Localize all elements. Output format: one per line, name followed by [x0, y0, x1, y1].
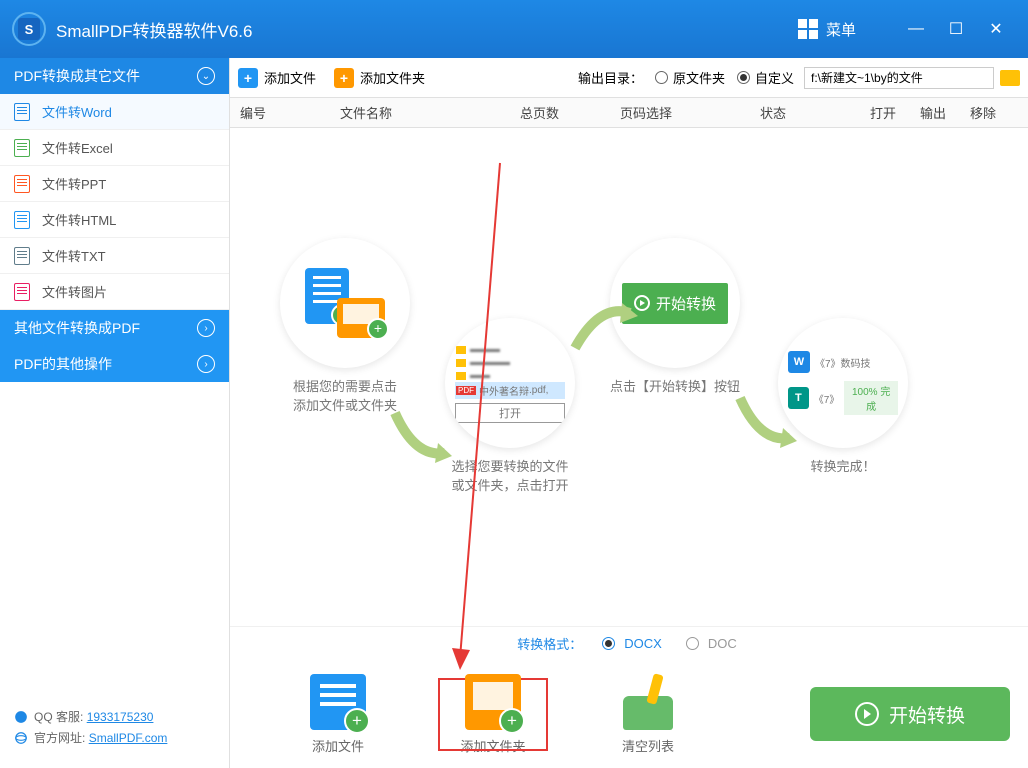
- image-icon: [14, 283, 30, 301]
- action-label: 添加文件夹: [428, 736, 558, 755]
- add-file-button[interactable]: + 添加文件: [238, 68, 316, 88]
- step-text: 选择您要转换的文件: [445, 456, 575, 475]
- start-convert-button[interactable]: 开始转换: [810, 687, 1010, 741]
- app-logo: S: [12, 12, 46, 46]
- radio-label: 自定义: [755, 68, 794, 87]
- category-label: 其他文件转换成PDF: [14, 318, 140, 338]
- txt-icon: [14, 247, 30, 265]
- sidebar-item-label: 文件转Word: [42, 102, 112, 121]
- button-label: 开始转换: [889, 701, 965, 728]
- sidebar-item-txt[interactable]: 文件转TXT: [0, 238, 229, 274]
- toolbar: + 添加文件 + 添加文件夹 输出目录： 原文件夹 自定义: [230, 58, 1028, 98]
- sidebar-item-word[interactable]: 文件转Word: [0, 94, 229, 130]
- expand-icon: ›: [197, 319, 215, 337]
- sidebar-item-label: 文件转HTML: [42, 210, 116, 229]
- empty-state-canvas: 根据您的需要点击 添加文件或文件夹 ▬▬▬ ▬▬▬▬ ▬▬ PDF中外著名辩.p…: [230, 128, 1028, 626]
- col-remove: 移除: [970, 103, 1010, 122]
- minimize-button[interactable]: —: [896, 9, 936, 49]
- curve-arrow-icon: [390, 408, 460, 468]
- format-option: DOCX: [624, 636, 662, 651]
- radio-label: 原文件夹: [673, 68, 725, 87]
- sidebar-item-label: 文件转TXT: [42, 246, 106, 265]
- sidebar-item-ppt[interactable]: 文件转PPT: [0, 166, 229, 202]
- sidebar-category-other-to-pdf[interactable]: 其他文件转换成PDF ›: [0, 310, 229, 346]
- maximize-button[interactable]: ☐: [936, 9, 976, 49]
- col-page-select: 页码选择: [620, 103, 760, 122]
- qq-link[interactable]: 1933175230: [87, 710, 154, 724]
- sidebar-item-label: 文件转PPT: [42, 174, 106, 193]
- add-folder-icon: [465, 674, 521, 730]
- clear-list-action[interactable]: 清空列表: [558, 674, 738, 755]
- radio-doc[interactable]: [686, 637, 699, 650]
- category-label: PDF的其他操作: [14, 354, 112, 374]
- play-icon: [855, 702, 879, 726]
- titlebar: S SmallPDF转换器软件V6.6 菜单 — ☐ ✕: [0, 0, 1028, 58]
- action-label: 添加文件: [248, 736, 428, 755]
- list-header: 编号 文件名称 总页数 页码选择 状态 打开 输出 移除: [230, 98, 1028, 128]
- ppt-icon: [14, 175, 30, 193]
- radio-custom-folder[interactable]: [737, 71, 750, 84]
- step-text: 点击【开始转换】按钮: [610, 376, 740, 395]
- expand-icon: ›: [197, 355, 215, 373]
- format-option: DOC: [708, 636, 737, 651]
- ie-icon: [14, 731, 28, 745]
- step-text: 或文件夹，点击打开: [445, 475, 575, 494]
- main-panel: + 添加文件 + 添加文件夹 输出目录： 原文件夹 自定义 编号 文件名称 总页数 …: [229, 58, 1028, 768]
- sidebar-category-pdf-ops[interactable]: PDF的其他操作 ›: [0, 346, 229, 382]
- radio-source-folder[interactable]: [655, 71, 668, 84]
- step-text: 根据您的需要点击: [280, 376, 410, 395]
- format-bar: 转换格式： DOCX DOC: [230, 626, 1028, 660]
- col-filename: 文件名称: [340, 103, 520, 122]
- curve-arrow-icon: [570, 298, 640, 358]
- step-1: 根据您的需要点击 添加文件或文件夹: [280, 238, 410, 414]
- step-text: 转换完成！: [778, 456, 908, 475]
- collapse-icon: ⌄: [197, 67, 215, 85]
- menu-button[interactable]: 菜单: [826, 19, 856, 40]
- plus-icon: +: [238, 68, 258, 88]
- col-number: 编号: [240, 103, 340, 122]
- site-link[interactable]: SmallPDF.com: [89, 731, 168, 745]
- format-label: 转换格式：: [517, 634, 582, 653]
- sidebar-item-excel[interactable]: 文件转Excel: [0, 130, 229, 166]
- curve-arrow-icon: [735, 393, 805, 453]
- add-folder-button[interactable]: + 添加文件夹: [334, 68, 425, 88]
- col-open: 打开: [870, 103, 920, 122]
- browse-folder-icon[interactable]: [1000, 70, 1020, 86]
- sidebar-item-image[interactable]: 文件转图片: [0, 274, 229, 310]
- add-file-icon: [310, 674, 366, 730]
- sidebar-category-pdf-to-other[interactable]: PDF转换成其它文件 ⌄: [0, 58, 229, 94]
- col-output: 输出: [920, 103, 970, 122]
- step-2: ▬▬▬ ▬▬▬▬ ▬▬ PDF中外著名辩.pdf, 打开 选择您要转换的文件 或…: [445, 318, 575, 494]
- sidebar-footer: QQ 客服: 1933175230 官方网址: SmallPDF.com: [0, 700, 229, 768]
- add-folder-action[interactable]: 添加文件夹: [428, 668, 558, 761]
- excel-icon: [14, 139, 30, 157]
- sidebar: PDF转换成其它文件 ⌄ 文件转Word 文件转Excel 文件转PPT 文件转…: [0, 58, 229, 768]
- radio-docx[interactable]: [602, 637, 615, 650]
- output-label: 输出目录：: [578, 68, 643, 87]
- close-button[interactable]: ✕: [976, 9, 1016, 49]
- sidebar-item-label: 文件转Excel: [42, 138, 113, 157]
- button-label: 添加文件: [264, 68, 316, 87]
- col-status: 状态: [760, 103, 870, 122]
- bottom-bar: 添加文件 添加文件夹 清空列表 开始转换: [230, 660, 1028, 768]
- clear-icon: [620, 674, 676, 730]
- html-icon: [14, 211, 30, 229]
- button-label: 添加文件夹: [360, 68, 425, 87]
- action-label: 清空列表: [558, 736, 738, 755]
- category-label: PDF转换成其它文件: [14, 66, 140, 86]
- col-pages: 总页数: [520, 103, 620, 122]
- site-label: 官方网址:: [34, 729, 85, 746]
- add-file-action[interactable]: 添加文件: [248, 674, 428, 755]
- qq-label: QQ 客服:: [34, 708, 83, 725]
- qq-icon: [14, 710, 28, 724]
- word-icon: [14, 103, 30, 121]
- plus-icon: +: [334, 68, 354, 88]
- sidebar-item-html[interactable]: 文件转HTML: [0, 202, 229, 238]
- sidebar-item-label: 文件转图片: [42, 282, 107, 301]
- menu-grid-icon[interactable]: [798, 19, 818, 39]
- app-title: SmallPDF转换器软件V6.6: [56, 17, 798, 42]
- output-path-input[interactable]: [804, 67, 994, 89]
